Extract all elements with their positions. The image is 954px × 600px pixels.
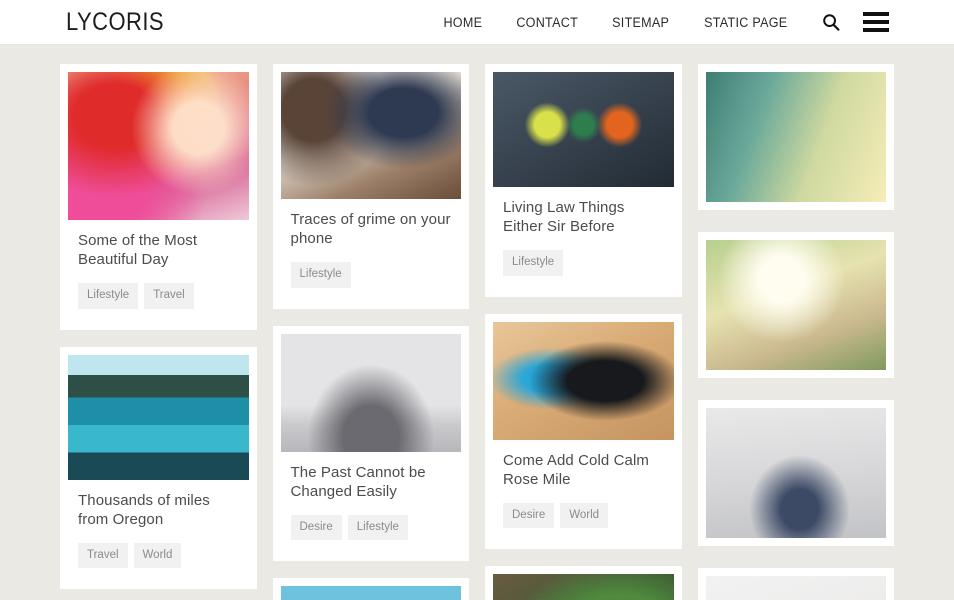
post-title[interactable]: Some of the Most Beautiful Day — [78, 231, 239, 269]
post-tag-list: Lifestyle Travel — [78, 283, 239, 309]
post-card[interactable] — [697, 232, 894, 378]
post-thumbnail[interactable] — [68, 354, 249, 480]
post-card[interactable] — [697, 64, 894, 210]
post-thumbnail[interactable] — [280, 333, 461, 452]
post-card[interactable] — [697, 400, 894, 546]
post-card-body: Traces of grime on your phone Lifestyle — [281, 199, 462, 301]
post-tag[interactable]: Lifestyle — [78, 283, 139, 309]
post-thumbnail[interactable] — [493, 574, 674, 600]
hamburger-menu-icon — [863, 12, 889, 32]
post-tag-list: Travel World — [78, 542, 239, 568]
site-logo[interactable]: LYCORIS — [66, 8, 164, 37]
post-card[interactable]: Come Add Cold Calm Rose Mile Desire World — [485, 313, 682, 549]
post-card[interactable]: In Up So Discovery ExplainedTravel — [272, 578, 469, 600]
nav-item-contact[interactable]: CONTACT — [502, 15, 592, 30]
post-tag[interactable]: Lifestyle — [347, 514, 408, 540]
post-thumbnail[interactable] — [493, 72, 674, 187]
post-card-body: Come Add Cold Calm Rose Mile Desire World — [493, 440, 674, 542]
main-content: Some of the Most Beautiful Day Lifestyle T… — [0, 45, 954, 600]
post-grid: Some of the Most Beautiful Day Lifestyle T… — [60, 64, 894, 600]
post-title[interactable]: The Past Cannot be Changed Easily — [291, 463, 452, 501]
post-card-body: Some of the Most Beautiful Day Lifestyle T… — [68, 220, 249, 322]
post-title[interactable]: Living Law Things Either Sir Before — [503, 198, 664, 236]
post-tag[interactable]: Lifestyle — [503, 250, 564, 276]
post-tag-list: Lifestyle — [290, 262, 452, 288]
post-thumbnail[interactable] — [705, 408, 886, 538]
post-tag-list: Desire World — [503, 502, 664, 528]
nav-item-static-page[interactable]: STATIC PAGE — [691, 15, 802, 30]
post-tag[interactable]: Travel — [78, 542, 128, 568]
hamburger-menu-button[interactable] — [858, 5, 894, 39]
post-tag[interactable]: World — [133, 542, 182, 568]
post-card-body: Living Law Things Either Sir Before Lifes… — [493, 187, 674, 289]
post-tag-list: Lifestyle — [503, 250, 664, 276]
post-thumbnail[interactable] — [705, 72, 886, 202]
post-thumbnail[interactable] — [493, 321, 674, 440]
site-header: LYCORIS HOME CONTACT SITEMAP STATIC PAGE — [0, 0, 954, 45]
post-title[interactable]: Traces of grime on your phone — [291, 210, 452, 248]
post-tag[interactable]: World — [560, 502, 609, 528]
post-card[interactable]: Demales Oh Me Journey ExposedTravelWorld — [485, 566, 682, 600]
post-tag[interactable]: Desire — [290, 514, 342, 540]
post-card[interactable]: Thousands of miles from Oregon Travel Worl… — [60, 346, 257, 589]
post-tag-list: Desire Lifestyle — [290, 514, 452, 540]
post-tag[interactable]: Lifestyle — [290, 262, 351, 288]
post-tag[interactable]: Travel — [144, 283, 194, 309]
post-card[interactable]: Some of the Most Beautiful Day Lifestyle T… — [60, 64, 257, 330]
post-thumbnail[interactable] — [280, 72, 461, 199]
nav-item-sitemap[interactable]: SITEMAP — [598, 15, 683, 30]
post-card[interactable]: Living Law Things Either Sir Before Lifes… — [485, 64, 682, 297]
post-tag[interactable]: Desire — [503, 502, 555, 528]
post-thumbnail[interactable] — [68, 72, 249, 220]
post-thumbnail[interactable] — [705, 240, 886, 370]
post-card[interactable] — [697, 568, 894, 600]
post-card-body: The Past Cannot be Changed Easily Desire L… — [281, 452, 462, 554]
post-thumbnail[interactable] — [705, 576, 886, 600]
post-card-body: Thousands of miles from Oregon Travel Worl… — [68, 480, 249, 582]
post-title[interactable]: Thousands of miles from Oregon — [78, 491, 239, 529]
search-icon — [823, 14, 840, 31]
nav-menu: HOME CONTACT SITEMAP STATIC PAGE — [427, 15, 806, 30]
main-navigation: HOME CONTACT SITEMAP STATIC PAGE — [427, 5, 894, 39]
post-card[interactable]: Traces of grime on your phone Lifestyle — [272, 64, 469, 309]
post-title[interactable]: Come Add Cold Calm Rose Mile — [503, 451, 664, 489]
post-card[interactable]: The Past Cannot be Changed Easily Desire L… — [272, 325, 469, 561]
post-thumbnail[interactable] — [280, 586, 461, 600]
search-button[interactable] — [814, 5, 848, 39]
nav-item-home[interactable]: HOME — [430, 15, 497, 30]
